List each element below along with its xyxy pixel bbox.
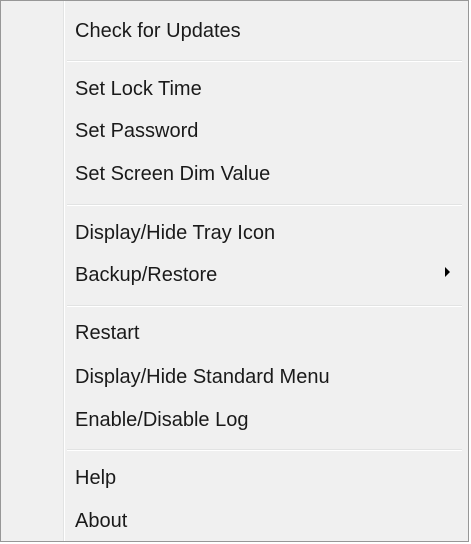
menu-item-set-screen-dim-value[interactable]: Set Screen Dim Value — [75, 159, 455, 189]
menu-separator — [67, 449, 462, 451]
menu-item-set-password[interactable]: Set Password — [75, 116, 455, 146]
menu-item-set-lock-time[interactable]: Set Lock Time — [75, 74, 455, 104]
menu-icon-gutter — [1, 1, 63, 541]
menu-item-restart[interactable]: Restart — [75, 318, 455, 348]
chevron-right-icon — [445, 267, 450, 277]
menu-item-enable-disable-log[interactable]: Enable/Disable Log — [75, 405, 455, 435]
menu-separator — [67, 60, 462, 62]
gutter-divider-highlight — [64, 1, 65, 541]
context-menu: Check for Updates Set Lock Time Set Pass… — [0, 0, 469, 542]
menu-item-display-hide-standard-menu[interactable]: Display/Hide Standard Menu — [75, 362, 455, 392]
menu-separator — [67, 204, 462, 206]
menu-item-display-hide-tray-icon[interactable]: Display/Hide Tray Icon — [75, 218, 455, 248]
menu-item-backup-restore[interactable]: Backup/Restore — [75, 260, 455, 290]
menu-item-help[interactable]: Help — [75, 463, 455, 493]
menu-item-check-for-updates[interactable]: Check for Updates — [75, 16, 455, 46]
menu-separator — [67, 305, 462, 307]
menu-item-about[interactable]: About — [75, 506, 455, 536]
